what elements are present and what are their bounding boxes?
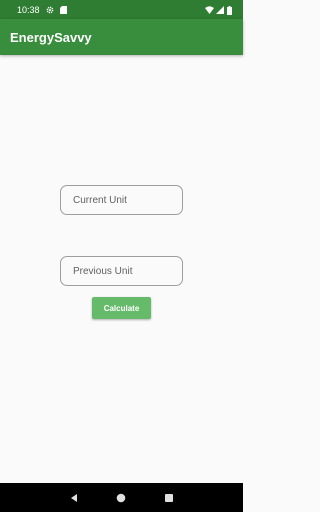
- back-icon[interactable]: [66, 490, 82, 506]
- sd-card-icon: [59, 5, 68, 14]
- previous-unit-field[interactable]: [60, 256, 183, 286]
- home-icon[interactable]: [113, 490, 129, 506]
- current-unit-input[interactable]: [73, 194, 182, 206]
- app-bar: EnergySavvy: [0, 19, 243, 55]
- recents-icon[interactable]: [161, 490, 177, 506]
- gear-icon: [46, 6, 54, 14]
- app-title: EnergySavvy: [10, 29, 92, 45]
- wifi-icon: [205, 5, 214, 14]
- current-unit-field[interactable]: [60, 185, 183, 215]
- main-content: Calculate: [0, 55, 243, 483]
- status-time: 10:38: [17, 4, 40, 15]
- battery-icon: [227, 5, 235, 15]
- calculate-button[interactable]: Calculate: [92, 297, 151, 319]
- signal-icon: [216, 5, 224, 14]
- navigation-bar: [0, 483, 243, 512]
- previous-unit-input[interactable]: [73, 265, 182, 277]
- status-bar: 10:38: [0, 0, 243, 19]
